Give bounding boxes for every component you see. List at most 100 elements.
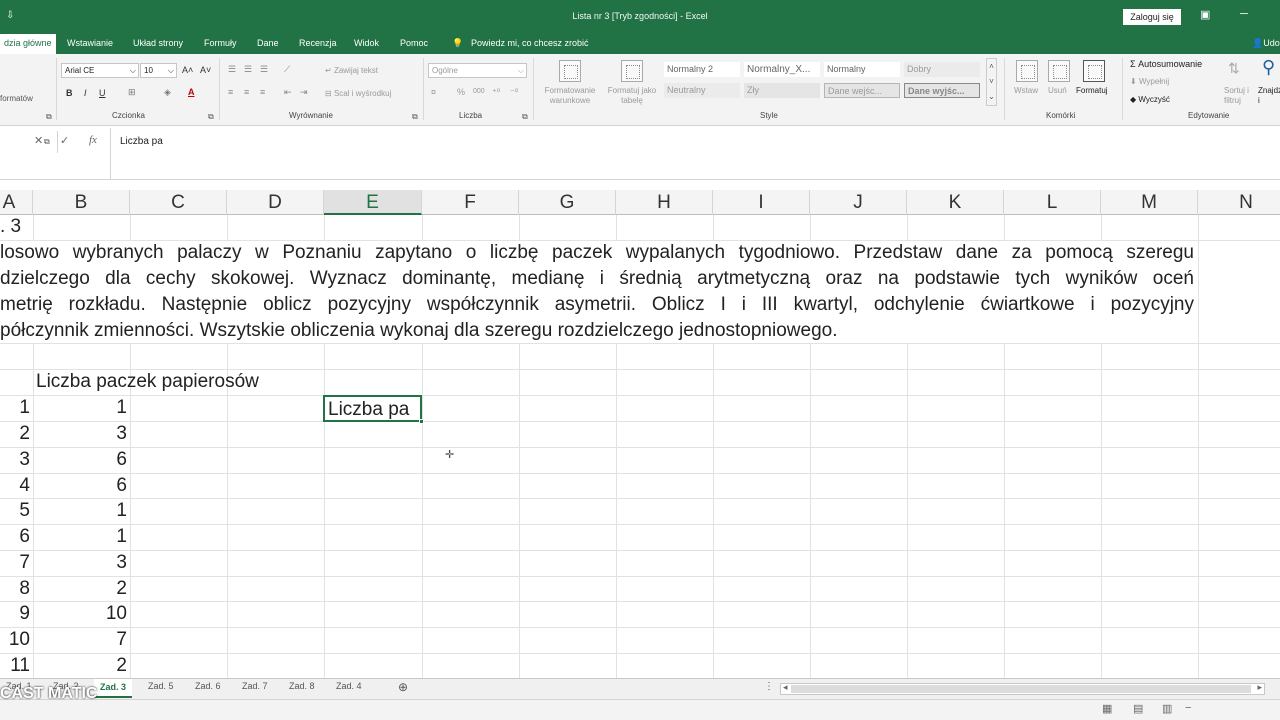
tell-me-search[interactable]: Powiedz mi, co chcesz zrobić (471, 34, 589, 54)
column-header-g[interactable]: G (519, 190, 616, 215)
sheet-tab-zad-8[interactable]: Zad. 8 (289, 681, 315, 691)
cell-b-row[interactable]: 2 (33, 578, 127, 600)
merge-center-button[interactable]: ⊟ Scal i wyśrodkuj (325, 89, 391, 98)
column-header-j[interactable]: J (810, 190, 907, 215)
format-painter-label[interactable]: formatów (0, 94, 33, 103)
percent-button[interactable]: % (457, 87, 465, 97)
decrease-decimal-icon[interactable]: ⁻⁰ (510, 87, 518, 98)
delete-cells-button[interactable]: Usuń (1048, 86, 1067, 95)
find-select-button[interactable]: Znajdź i zaznacz (1258, 86, 1280, 106)
cell-a-row[interactable]: 8 (0, 578, 30, 600)
fill-color-icon[interactable]: ◈ (164, 87, 171, 98)
wrap-text-button[interactable]: ↵ Zawijaj tekst (325, 66, 378, 75)
page-layout-view-icon[interactable]: ▤ (1133, 702, 1143, 715)
align-middle-icon[interactable]: ☰ (244, 64, 252, 75)
cell-a-row[interactable]: 3 (0, 449, 30, 471)
cell-b-row[interactable]: 1 (33, 500, 127, 522)
insert-function-icon[interactable]: fx (89, 134, 97, 146)
tab-formulas[interactable]: Formuły (204, 34, 237, 54)
increase-decimal-icon[interactable]: ⁺⁰ (492, 87, 500, 98)
style-neutral[interactable]: Neutralny (664, 83, 740, 98)
clipboard-launcher-icon[interactable]: ⧉ (46, 112, 52, 122)
cell-a-row[interactable]: 4 (0, 475, 30, 497)
bold-button[interactable]: B (66, 88, 73, 98)
format-as-table-button[interactable]: Formatuj jako tabelę (603, 86, 661, 106)
cell-b-row[interactable]: 1 (33, 397, 127, 419)
cell-a-row[interactable]: 1 (0, 397, 30, 419)
cell-b-row[interactable]: 3 (33, 423, 127, 445)
fill-handle[interactable] (419, 419, 424, 424)
italic-button[interactable]: I (84, 88, 87, 98)
borders-icon[interactable]: ⊞ (128, 87, 136, 98)
tab-page-layout[interactable]: Układ strony (133, 34, 183, 54)
cell-a-row[interactable]: 5 (0, 500, 30, 522)
alignment-launcher-icon[interactable]: ⧉ (412, 112, 418, 122)
underline-button[interactable]: U (99, 88, 106, 98)
number-format-select[interactable]: Ogólne ⌵ (428, 63, 527, 78)
cell-b-row[interactable]: 6 (33, 475, 127, 497)
column-header-l[interactable]: L (1004, 190, 1101, 215)
cell-b-row[interactable]: 2 (33, 655, 127, 677)
column-header-n[interactable]: N (1198, 190, 1280, 215)
name-box[interactable]: ⧉ (0, 131, 58, 153)
currency-icon[interactable]: ¤ (431, 87, 436, 97)
thousands-button[interactable]: 000 (473, 88, 485, 95)
share-button[interactable]: 👤Udo (1252, 34, 1280, 54)
font-size-select[interactable]: 10 ⌵ (140, 63, 177, 78)
scroll-left-icon[interactable]: ◂ (783, 682, 788, 693)
cell-a1[interactable]: . 3 (0, 216, 21, 238)
grow-font-button[interactable]: A˄ (182, 65, 193, 75)
scrollbar-thumb[interactable] (791, 685, 1251, 693)
font-name-select[interactable]: Arial CE ⌵ (61, 63, 139, 78)
sheet-tab-zad-7[interactable]: Zad. 7 (242, 681, 268, 691)
number-launcher-icon[interactable]: ⧉ (522, 112, 528, 122)
scroll-right-icon[interactable]: ▸ (1257, 682, 1262, 693)
styles-scroll-icon[interactable]: ˄ ˅ ⌄ (986, 58, 997, 106)
conditional-format-button[interactable]: Formatowanie warunkowe (540, 86, 600, 106)
cell-b-row[interactable]: 7 (33, 629, 127, 651)
column-header-h[interactable]: H (616, 190, 713, 215)
sheet-tab-zad-3[interactable]: Zad. 3 (94, 679, 133, 698)
style-bad[interactable]: Zły (744, 83, 820, 98)
align-bottom-icon[interactable]: ☰ (260, 64, 268, 75)
orientation-icon[interactable]: ⟋ (284, 64, 290, 75)
cancel-icon[interactable]: ✕ (34, 134, 43, 147)
worksheet-grid[interactable]: . 3 losowo wybranych palaczy w Poznaniu … (0, 215, 1280, 678)
sheet-tab-zad-4[interactable]: Zad. 4 (336, 681, 362, 691)
column-header-d[interactable]: D (227, 190, 324, 215)
minimize-icon[interactable]: ─ (1240, 8, 1248, 20)
sheet-tab-zad-5[interactable]: Zad. 5 (148, 681, 174, 691)
page-break-view-icon[interactable]: ▥ (1162, 702, 1172, 715)
sheet-tab-zad-6[interactable]: Zad. 6 (195, 681, 221, 691)
tab-view[interactable]: Widok (354, 34, 379, 54)
add-sheet-icon[interactable]: ⊕ (398, 680, 408, 694)
tab-data[interactable]: Dane (257, 34, 279, 54)
cell-a-row[interactable]: 2 (0, 423, 30, 445)
cell-b-row[interactable]: 6 (33, 449, 127, 471)
normal-view-icon[interactable]: ▦ (1102, 702, 1112, 715)
cell-a-row[interactable]: 6 (0, 526, 30, 548)
sort-filter-button[interactable]: Sortuj i filtruj (1224, 86, 1252, 106)
shrink-font-button[interactable]: A˅ (200, 65, 211, 75)
style-normal-x[interactable]: Normalny_X... (744, 62, 820, 77)
cell-a-row[interactable]: 9 (0, 603, 30, 625)
tab-split-handle[interactable]: ⋮ (764, 681, 774, 692)
cell-a-row[interactable]: 7 (0, 552, 30, 574)
fill-button[interactable]: ⬇ Wypełnij (1130, 77, 1169, 86)
cell-b-header[interactable]: Liczba paczek papierosów (36, 371, 259, 393)
ribbon-display-icon[interactable]: ▣ (1200, 8, 1210, 21)
tab-help[interactable]: Pomoc (400, 34, 428, 54)
active-cell-editor[interactable]: Liczba pa (323, 395, 424, 424)
enter-icon[interactable]: ✓ (60, 134, 69, 147)
cell-a-row[interactable]: 10 (0, 629, 30, 651)
decrease-indent-icon[interactable]: ⇤ (284, 87, 292, 98)
login-button[interactable]: Zaloguj się (1123, 9, 1181, 25)
tab-home[interactable]: dzia główne (0, 34, 56, 54)
align-center-icon[interactable]: ≡ (244, 87, 249, 97)
tab-review[interactable]: Recenzja (299, 34, 337, 54)
align-left-icon[interactable]: ≡ (228, 87, 233, 97)
column-header-f[interactable]: F (422, 190, 519, 215)
style-normal[interactable]: Normalny (824, 62, 900, 77)
autosum-button[interactable]: Σ Autosumowanie (1130, 59, 1202, 69)
align-right-icon[interactable]: ≡ (260, 87, 265, 97)
